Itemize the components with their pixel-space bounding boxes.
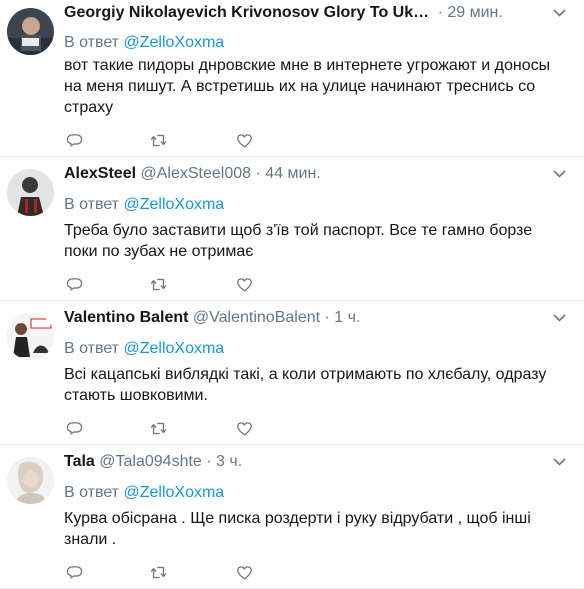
heart-icon[interactable]: [234, 274, 254, 294]
timestamp[interactable]: 44 мин.: [265, 165, 320, 182]
reply-prefix: В ответ: [64, 34, 120, 51]
tweet-actions: [64, 562, 284, 582]
reply-icon[interactable]: [64, 274, 84, 294]
chevron-down-icon[interactable]: [552, 311, 566, 325]
mention-link[interactable]: @ZelloXoxma: [123, 34, 224, 51]
tweet-header: AlexSteel @AlexSteel008 · 44 мин.: [64, 163, 544, 185]
reply-prefix: В ответ: [64, 340, 120, 357]
user-handle[interactable]: @Tala094shte: [99, 453, 202, 470]
tweet-actions: [64, 130, 284, 150]
separator-dot: ·: [437, 4, 443, 21]
timestamp[interactable]: 29 мин.: [447, 4, 502, 21]
reply-icon[interactable]: [64, 130, 84, 150]
retweet-icon[interactable]: [148, 130, 168, 150]
reply-context: В ответ @ZelloXoxma: [64, 33, 224, 53]
user-handle[interactable]: @ValentinoBalent: [193, 309, 320, 326]
tweet-item[interactable]: Georgiy Nikolayevich Krivonosov Glory To…: [0, 0, 584, 157]
tweet-text: Всі кацапські виблядкі такі, а коли отри…: [64, 366, 547, 404]
mention-link[interactable]: @ZelloXoxma: [123, 340, 224, 357]
tweet-header: Tala @Tala094shte · 3 ч.: [64, 451, 544, 473]
tweet-item[interactable]: Tala @Tala094shte · 3 ч. В ответ @ZelloX…: [0, 445, 584, 589]
avatar[interactable]: [7, 313, 54, 360]
reply-context: В ответ @ZelloXoxma: [64, 483, 224, 503]
timestamp[interactable]: 1 ч.: [334, 309, 360, 326]
tweet-text: Курва обісрана . Ще писка роздерти і рук…: [64, 510, 531, 548]
chevron-down-icon[interactable]: [552, 6, 566, 20]
avatar[interactable]: [7, 169, 54, 216]
tweet-item[interactable]: AlexSteel @AlexSteel008 · 44 мин. В отве…: [0, 157, 584, 301]
display-name[interactable]: Tala: [64, 453, 95, 470]
chevron-down-icon[interactable]: [552, 455, 566, 469]
avatar[interactable]: [7, 457, 54, 504]
avatar[interactable]: [7, 8, 54, 55]
retweet-icon[interactable]: [148, 274, 168, 294]
reply-prefix: В ответ: [64, 196, 120, 213]
heart-icon[interactable]: [234, 418, 254, 438]
reply-timeline: Georgiy Nikolayevich Krivonosov Glory To…: [0, 0, 584, 589]
heart-icon[interactable]: [234, 130, 254, 150]
reply-context: В ответ @ZelloXoxma: [64, 195, 224, 215]
separator-dot: ·: [206, 453, 212, 470]
tweet-actions: [64, 418, 284, 438]
heart-icon[interactable]: [234, 562, 254, 582]
tweet-actions: [64, 274, 284, 294]
tweet-header: Georgiy Nikolayevich Krivonosov Glory To…: [64, 2, 544, 24]
timestamp[interactable]: 3 ч.: [216, 453, 242, 470]
display-name[interactable]: AlexSteel: [64, 165, 136, 182]
reply-icon[interactable]: [64, 418, 84, 438]
tweet-header: Valentino Balent @ValentinoBalent · 1 ч.: [64, 307, 544, 329]
reply-context: В ответ @ZelloXoxma: [64, 339, 224, 359]
user-handle[interactable]: @AlexSteel008: [141, 165, 252, 182]
chevron-down-icon[interactable]: [552, 167, 566, 181]
separator-dot: ·: [255, 165, 261, 182]
retweet-icon[interactable]: [148, 418, 168, 438]
tweet-text: Треба було заставити щоб з'їв той паспор…: [64, 222, 533, 260]
retweet-icon[interactable]: [148, 562, 168, 582]
display-name[interactable]: Georgiy Nikolayevich Krivonosov Glory To…: [64, 4, 429, 21]
reply-icon[interactable]: [64, 562, 84, 582]
separator-dot: ·: [324, 309, 330, 326]
tweet-item[interactable]: Valentino Balent @ValentinoBalent · 1 ч.…: [0, 301, 584, 445]
display-name[interactable]: Valentino Balent: [64, 309, 188, 326]
reply-prefix: В ответ: [64, 484, 120, 501]
mention-link[interactable]: @ZelloXoxma: [123, 196, 224, 213]
mention-link[interactable]: @ZelloXoxma: [123, 484, 224, 501]
tweet-text: вот такие пидоры днровские мне в интерне…: [64, 57, 551, 116]
